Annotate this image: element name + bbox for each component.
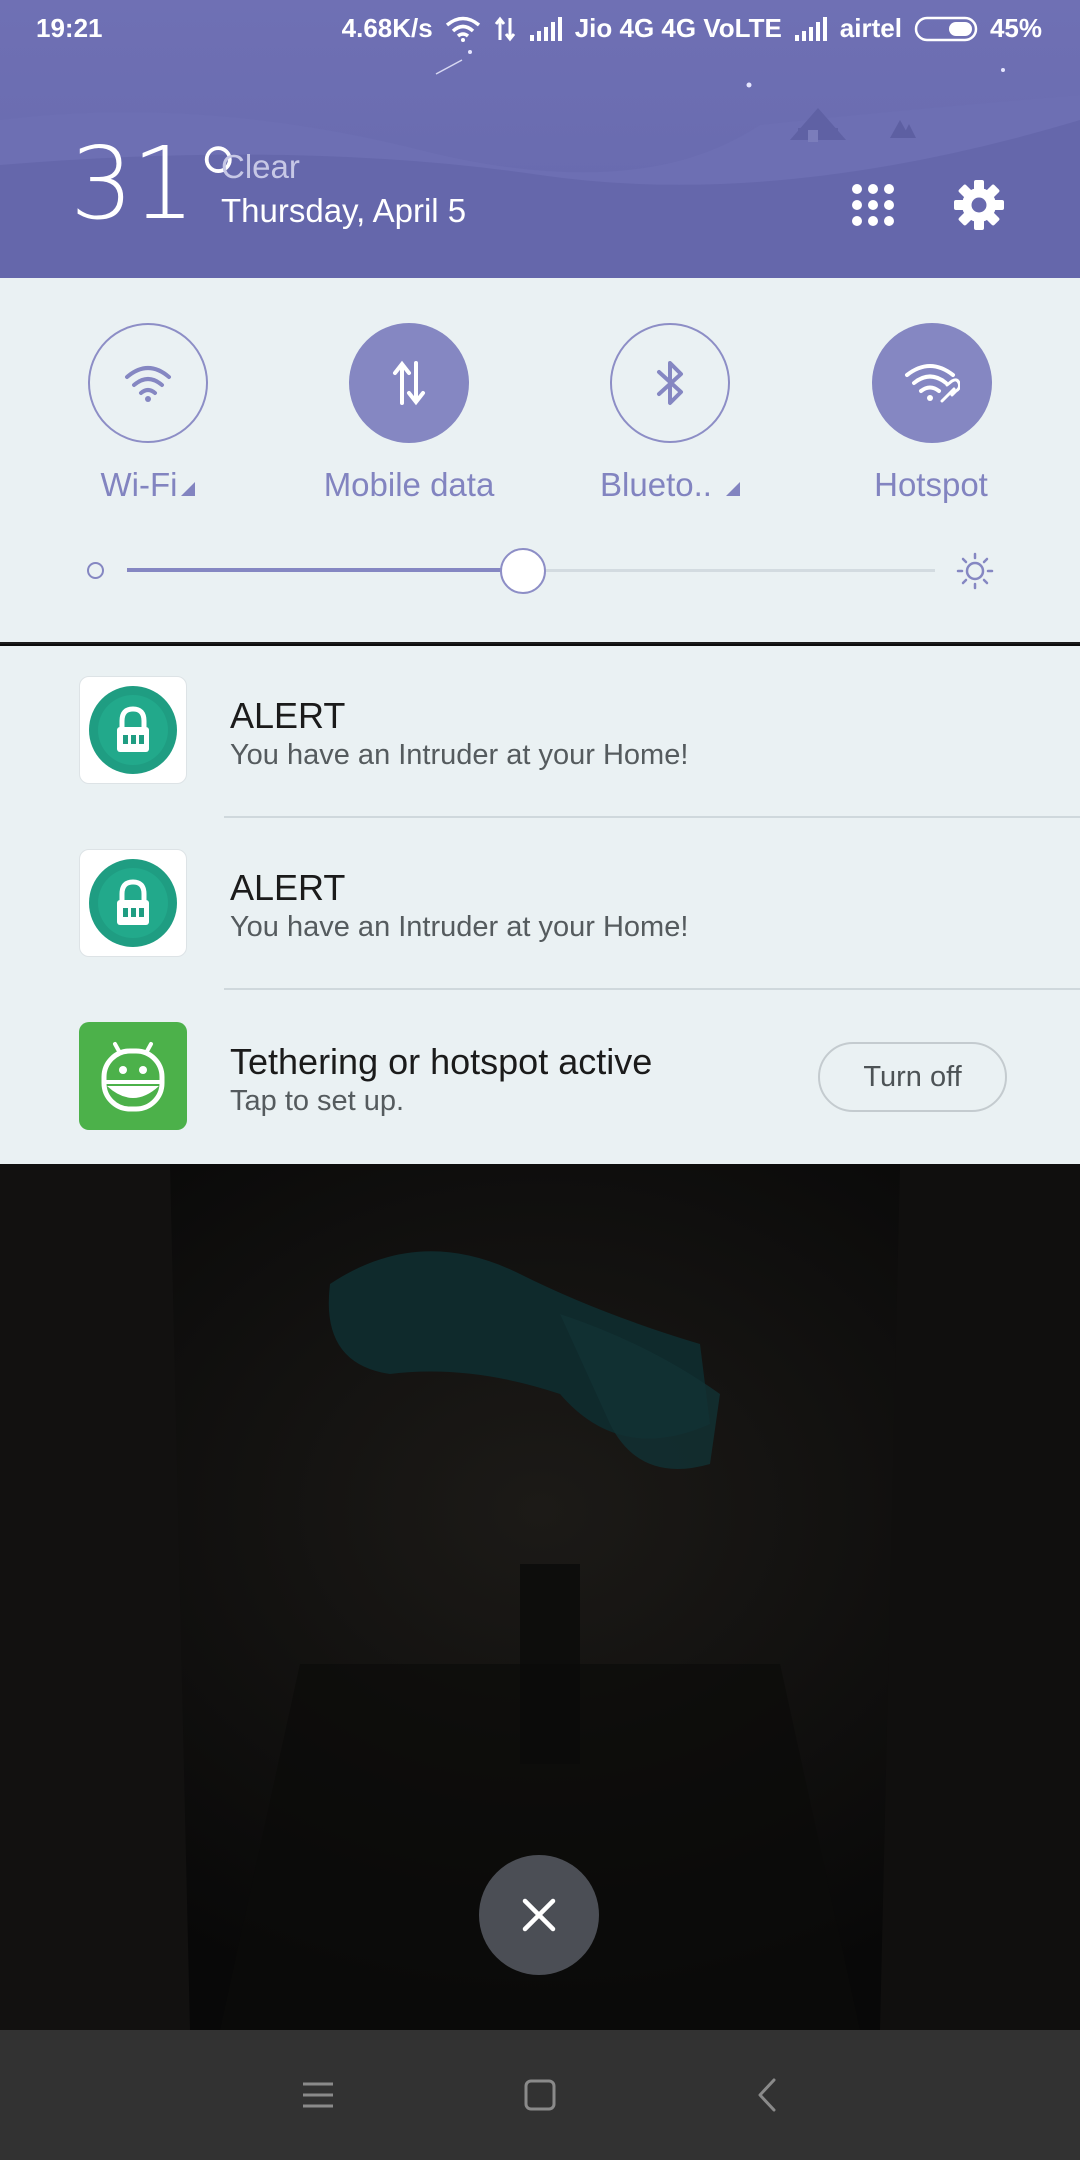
notification-2-body[interactable]: You have an Intruder at your Home! <box>230 911 688 944</box>
mobile-data-label[interactable]: Mobile data <box>289 466 529 504</box>
lock-app-icon <box>89 686 177 774</box>
brightness-slider[interactable] <box>0 540 1080 600</box>
settings-button[interactable] <box>947 173 1011 237</box>
data-transfer-icon <box>494 16 515 41</box>
menu-icon <box>303 2082 333 2108</box>
notification-1-title[interactable]: ALERT <box>230 695 345 737</box>
grid-icon <box>852 184 894 226</box>
wifi-toggle[interactable] <box>88 323 208 443</box>
navigation-bar <box>0 2030 1080 2160</box>
brightness-thumb[interactable] <box>499 548 546 594</box>
home-icon <box>524 2079 556 2111</box>
notification-1-app-icon[interactable] <box>79 676 187 784</box>
wifi-label[interactable]: Wi-Fi <box>28 466 268 504</box>
notification-divider <box>224 816 1080 818</box>
battery-percent: 45% <box>989 13 1042 43</box>
carrier-2: airtel <box>839 13 902 43</box>
close-icon <box>522 1898 556 1932</box>
signal-strength-icon-2 <box>794 16 827 41</box>
status-icons: 4.68K/s Jio 4G 4G VoLTE airtel 45% <box>342 13 1042 44</box>
home-button[interactable] <box>500 2060 580 2130</box>
signal-strength-icon-1 <box>529 16 562 41</box>
wifi-expand-icon <box>181 482 196 496</box>
bluetooth-toggle[interactable] <box>610 323 730 443</box>
weather-date: Thursday, April 5 <box>221 192 467 229</box>
notification-3-body[interactable]: Tap to set up. <box>230 1085 404 1118</box>
mobile-data-icon <box>393 360 425 406</box>
bluetooth-label[interactable]: Blueto.. <box>550 466 790 504</box>
hotspot-label[interactable]: Hotspot <box>811 466 1051 504</box>
carrier-1: Jio 4G 4G VoLTE <box>574 13 782 43</box>
bluetooth-icon <box>657 361 683 405</box>
turn-off-button[interactable]: Turn off <box>818 1042 1007 1112</box>
status-time: 19:21 <box>36 13 103 43</box>
back-icon <box>758 2078 776 2112</box>
lock-app-icon <box>89 859 177 947</box>
gear-icon <box>954 180 1004 230</box>
bluetooth-expand-icon <box>725 482 740 496</box>
battery-icon <box>914 16 978 41</box>
status-bar: 19:21 4.68K/s Jio 4G 4G VoLTE airtel 45% <box>0 0 1080 58</box>
notification-divider <box>224 988 1080 990</box>
hotspot-icon <box>905 364 960 403</box>
brightness-fill <box>127 568 523 572</box>
menu-button[interactable] <box>278 2060 358 2130</box>
wifi-signal-icon <box>445 16 480 42</box>
weather-condition: Clear <box>221 148 300 185</box>
notification-1-body[interactable]: You have an Intruder at your Home! <box>230 739 688 772</box>
apps-grid-button[interactable] <box>841 173 905 237</box>
brightness-high-icon <box>956 552 994 590</box>
weather-temperature: 31° <box>70 125 243 242</box>
android-icon <box>101 1042 165 1112</box>
hotspot-toggle[interactable] <box>872 323 992 443</box>
brightness-low-icon <box>87 562 104 579</box>
net-speed: 4.68K/s <box>341 13 433 43</box>
wifi-icon <box>125 366 171 402</box>
notification-2-app-icon[interactable] <box>79 849 187 957</box>
clear-notifications-button[interactable] <box>479 1855 599 1975</box>
back-button[interactable] <box>727 2060 807 2130</box>
notification-header: 19:21 4.68K/s Jio 4G 4G VoLTE airtel 45%… <box>0 0 1080 278</box>
notification-2-title[interactable]: ALERT <box>230 867 345 909</box>
notification-3-app-icon[interactable] <box>79 1022 187 1130</box>
notification-3-title[interactable]: Tethering or hotspot active <box>230 1041 652 1083</box>
mobile-data-toggle[interactable] <box>349 323 469 443</box>
